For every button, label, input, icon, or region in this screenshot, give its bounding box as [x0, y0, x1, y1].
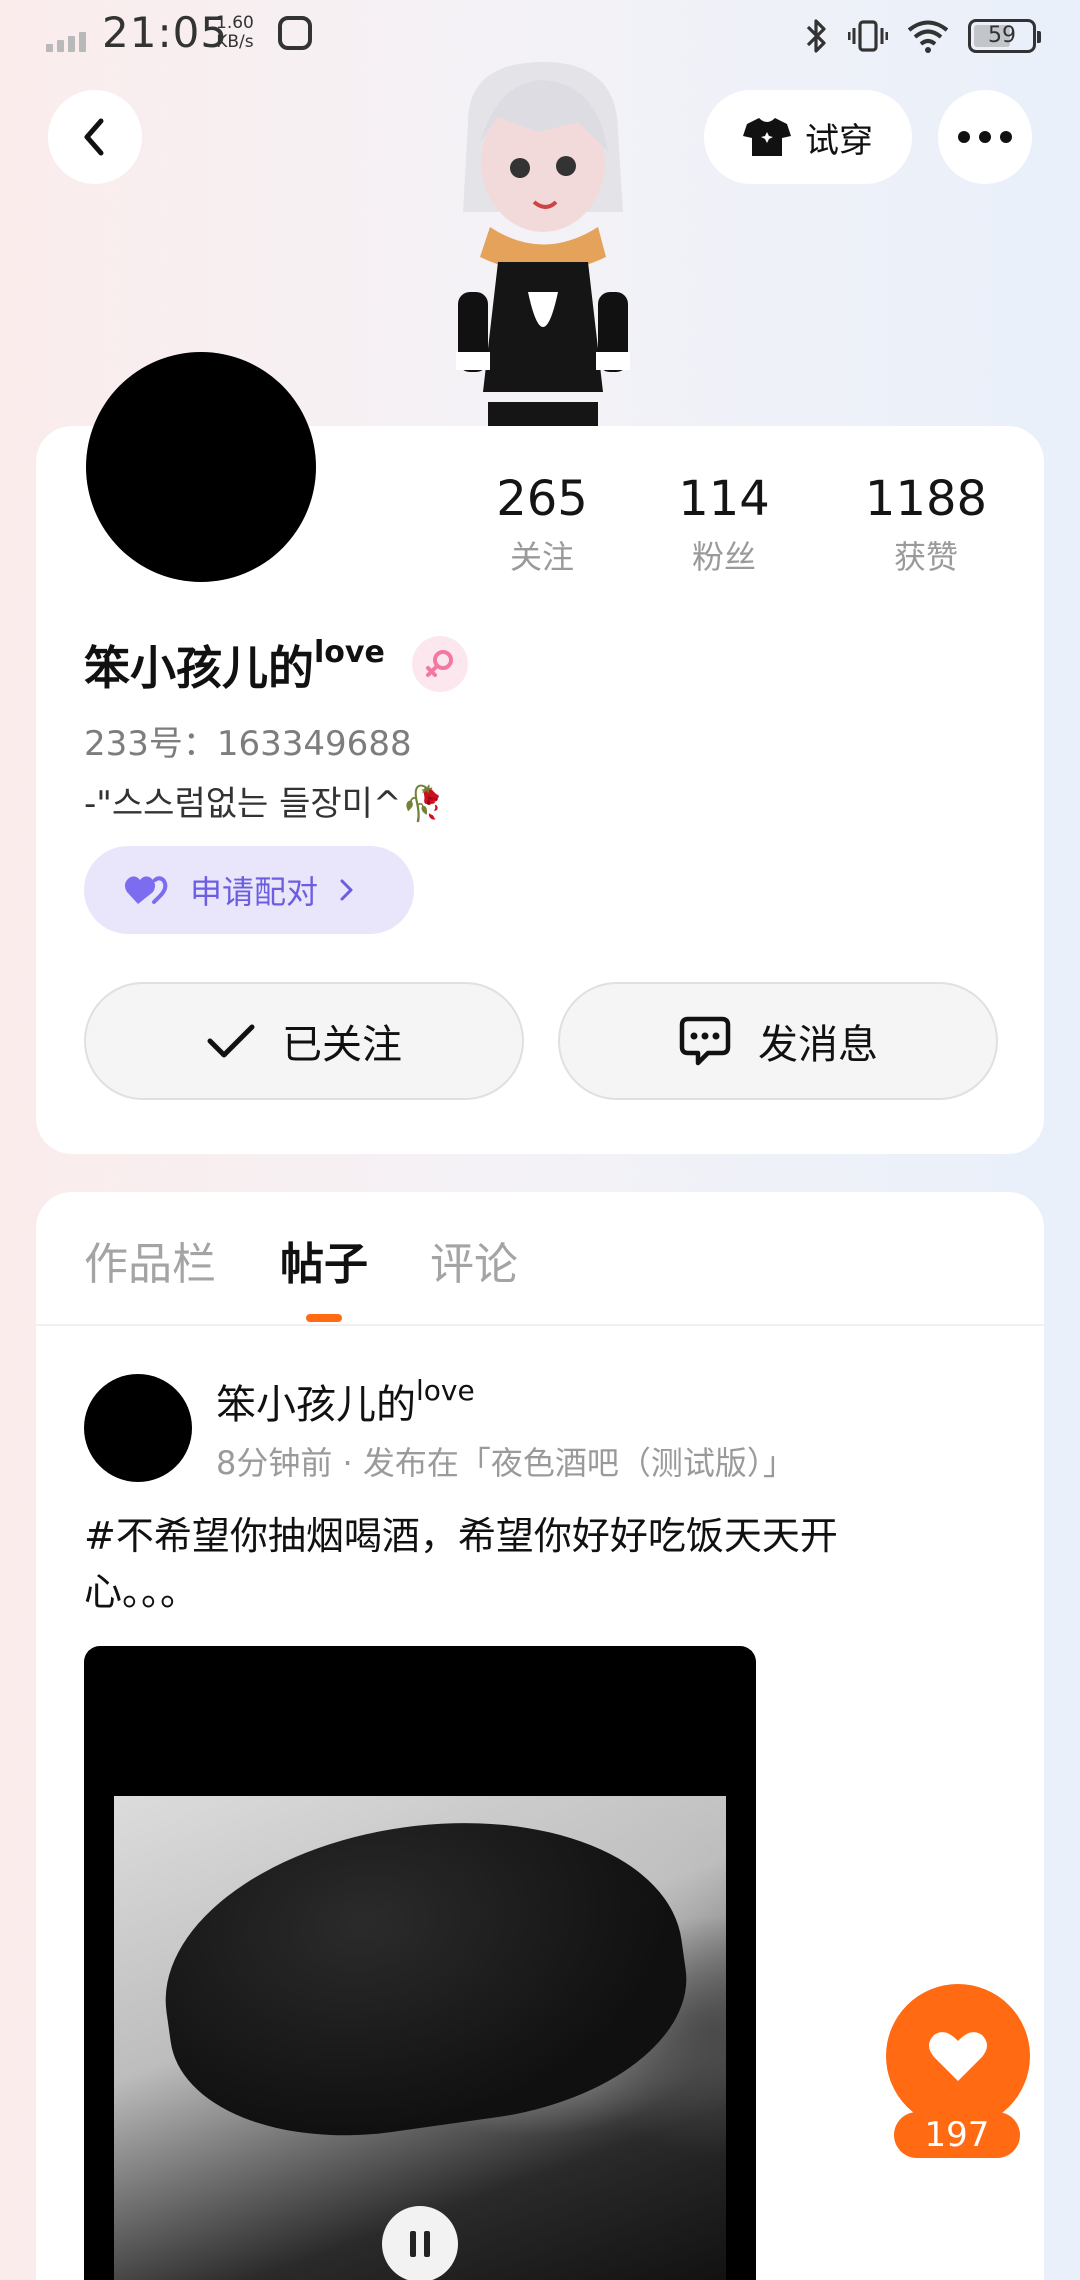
more-button[interactable]: [938, 90, 1032, 184]
tab-works[interactable]: 作品栏: [84, 1228, 216, 1292]
stat-followers[interactable]: 114 粉丝: [634, 470, 814, 578]
chat-bubble-icon: [679, 1016, 731, 1066]
post-author-avatar[interactable]: [84, 1374, 192, 1482]
try-on-button[interactable]: 试穿: [704, 90, 912, 184]
profile-bio: -"스스럼없는 들장미^🥀: [84, 784, 444, 824]
profile-avatar[interactable]: [86, 352, 316, 582]
post-text[interactable]: #不希望你抽烟喝酒，希望你好好吃饭天天开心。。。: [84, 1508, 944, 1620]
tab-posts[interactable]: 帖子: [280, 1228, 368, 1292]
user-id: 233号：163349688: [84, 724, 412, 764]
battery-icon: 59: [968, 19, 1041, 53]
stat-following[interactable]: 265 关注: [452, 470, 632, 578]
like-count: 197: [894, 2112, 1020, 2158]
profile-name: 笨小孩儿的love: [84, 635, 385, 695]
like-button[interactable]: [886, 1984, 1030, 2128]
post-video[interactable]: [84, 1646, 756, 2280]
try-on-label: 试穿: [805, 120, 873, 161]
pause-button[interactable]: [382, 2206, 458, 2280]
shirt-icon: [743, 118, 791, 156]
net-speed: 1.60 KB/s: [216, 13, 254, 52]
send-message-button[interactable]: 发消息: [558, 982, 998, 1100]
check-icon: [207, 1024, 255, 1058]
active-tab-indicator: [306, 1314, 342, 1322]
heart-icon: [929, 2032, 987, 2081]
followed-button[interactable]: 已关注: [84, 982, 524, 1100]
post-meta[interactable]: 8分钟前 · 发布在「夜色酒吧（测试版）」: [216, 1438, 795, 1484]
tab-comments[interactable]: 评论: [430, 1228, 518, 1292]
stat-likes[interactable]: 1188 获赞: [836, 470, 1016, 578]
rose-emoji: 🥀: [401, 784, 444, 824]
avatar-figure-image: [456, 62, 630, 428]
double-heart-icon: [124, 876, 168, 904]
status-time: 21:05: [102, 8, 229, 57]
tab-divider: [36, 1324, 1044, 1326]
vibrate-icon: [848, 20, 888, 52]
chevron-right-icon: [340, 879, 353, 901]
female-gender-icon: [412, 636, 468, 692]
more-dots-icon: [958, 131, 1012, 143]
profile-stats: 265 关注 114 粉丝 1188 获赞: [452, 470, 1012, 580]
pause-icon: [410, 2231, 430, 2257]
request-pair-button[interactable]: 申请配对: [84, 846, 414, 934]
back-button[interactable]: [48, 90, 142, 184]
status-icons: 59: [804, 14, 1041, 58]
chevron-left-icon: [84, 118, 104, 156]
bluetooth-icon: [806, 19, 826, 53]
camera-app-icon: [278, 16, 312, 50]
post-author-name[interactable]: 笨小孩儿的love: [216, 1372, 475, 1430]
signal-icon: [46, 26, 90, 52]
wifi-icon: [907, 20, 949, 53]
